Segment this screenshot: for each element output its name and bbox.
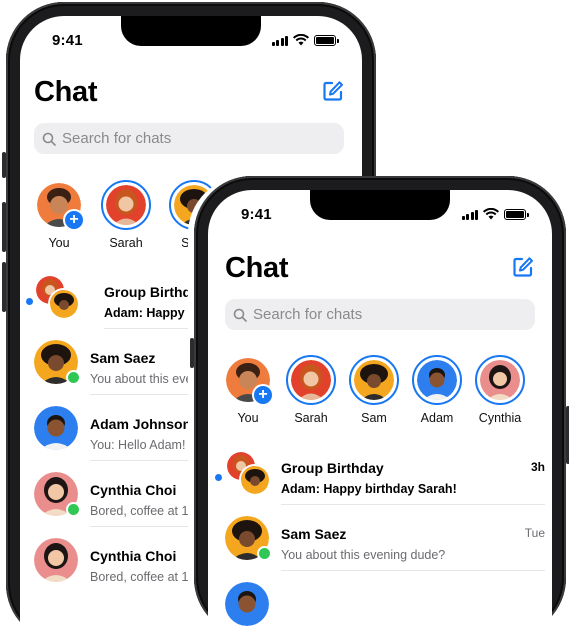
chat-row[interactable]: Sam Saez You about this evening dude? Tue <box>225 516 545 582</box>
mute-switch <box>2 152 6 178</box>
add-story-icon[interactable]: + <box>252 384 274 406</box>
story-sarah[interactable]: Sarah <box>100 180 152 250</box>
story-sarah[interactable]: Sarah <box>285 355 337 425</box>
search-icon <box>42 132 56 146</box>
story-ring <box>101 180 151 230</box>
avatar <box>34 340 81 385</box>
mute-switch <box>190 338 194 368</box>
avatar <box>417 360 457 400</box>
avatar <box>106 185 146 225</box>
signal-icon <box>461 209 478 220</box>
page-title: Chat <box>225 252 289 284</box>
front-phone: 9:41 Chat Search for chats + You Sarah S… <box>190 176 569 636</box>
chat-message: You about this evening dude? <box>281 548 446 562</box>
group-avatar <box>34 274 80 320</box>
chat-time: 3h <box>530 460 545 474</box>
story-name: Sarah <box>109 236 143 250</box>
story-you[interactable]: + You <box>222 355 274 425</box>
avatar <box>34 472 81 517</box>
story-ring <box>286 355 336 405</box>
signal-icon <box>271 35 288 46</box>
chat-message: Adam: Happy birthday Sarah! <box>281 482 457 496</box>
front-screen: 9:41 Chat Search for chats + You Sarah S… <box>208 190 552 636</box>
story-name: Sarah <box>294 411 328 425</box>
unread-dot <box>26 298 33 305</box>
avatar: + <box>37 183 85 231</box>
story-name: You <box>48 236 70 250</box>
status-time: 9:41 <box>241 206 272 223</box>
wifi-icon <box>293 34 309 46</box>
story-ring <box>412 355 462 405</box>
avatar <box>34 538 78 582</box>
avatar <box>354 360 394 400</box>
status-bar: 9:41 <box>208 204 552 226</box>
front-chat-list: Group Birthday Adam: Happy birthday Sarah… <box>215 450 545 636</box>
online-indicator <box>257 546 272 561</box>
story-name: Sam <box>361 411 387 425</box>
story-adam[interactable]: Adam <box>411 355 463 425</box>
story-sam[interactable]: Sam <box>348 355 400 425</box>
stories-row: + You Sarah Sam Adam Cynthia <box>222 355 526 425</box>
story-name: Cynthia <box>478 411 522 425</box>
story-name: You <box>237 411 259 425</box>
avatar <box>480 360 520 400</box>
battery-icon <box>504 208 529 220</box>
stories-row: + You Sarah Sam <box>34 180 220 250</box>
story-ring <box>475 355 525 405</box>
story-cynthia[interactable]: Cynthia <box>474 355 526 425</box>
chat-row[interactable]: Group Birthday Adam: Happy birthday Sarah… <box>215 450 545 516</box>
avatar <box>225 516 272 561</box>
search-placeholder: Search for chats <box>253 306 363 323</box>
page-title: Chat <box>34 76 98 108</box>
status-time: 9:41 <box>52 32 83 49</box>
avatar <box>225 582 269 626</box>
online-indicator <box>66 502 81 517</box>
story-name: Adam <box>420 411 454 425</box>
volume-down-button <box>2 262 6 312</box>
search-input[interactable]: Search for chats <box>225 299 535 330</box>
avatar: + <box>226 358 274 406</box>
avatar <box>34 406 78 450</box>
avatar <box>291 360 331 400</box>
group-avatar <box>225 450 271 496</box>
chat-row[interactable] <box>225 582 545 636</box>
wifi-icon <box>483 208 499 220</box>
story-ring <box>349 355 399 405</box>
story-you[interactable]: + You <box>34 180 85 250</box>
online-indicator <box>66 370 81 385</box>
battery-icon <box>314 34 339 46</box>
chat-name: Group Birthday <box>281 460 384 476</box>
search-input[interactable]: Search for chats <box>34 123 344 154</box>
status-bar: 9:41 <box>20 30 362 52</box>
compose-icon[interactable] <box>322 80 344 102</box>
add-story-icon[interactable]: + <box>63 209 85 231</box>
search-icon <box>233 308 247 322</box>
chat-time: Tue <box>524 526 545 540</box>
compose-icon[interactable] <box>512 256 534 278</box>
volume-up-button <box>2 202 6 252</box>
unread-dot <box>215 474 222 481</box>
search-placeholder: Search for chats <box>62 130 172 147</box>
chat-name: Sam Saez <box>281 526 347 542</box>
